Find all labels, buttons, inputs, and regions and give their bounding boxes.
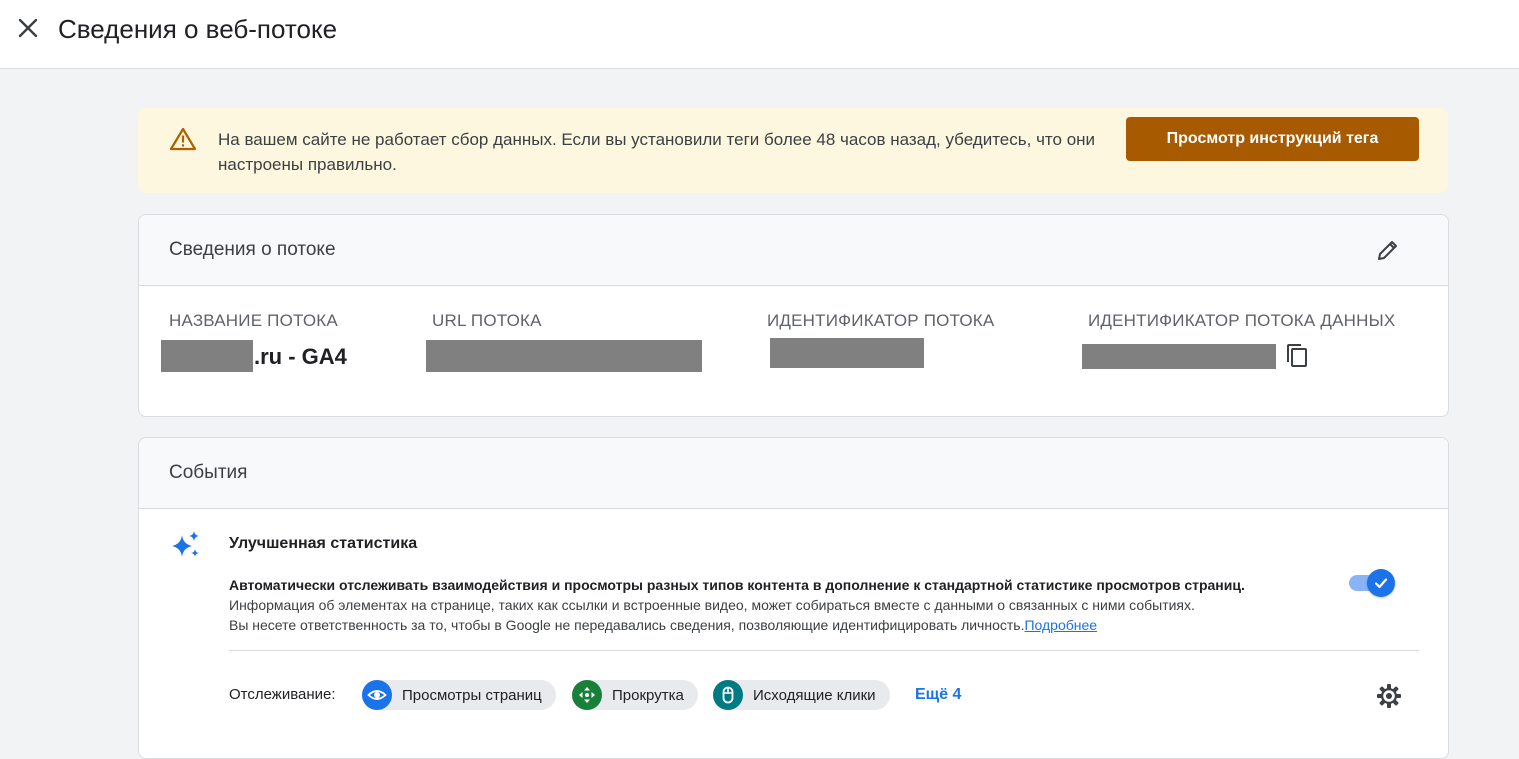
stream-name-label: НАЗВАНИЕ ПОТОКА	[169, 311, 338, 330]
enhanced-measurement-description: Автоматически отслеживать взаимодействия…	[229, 575, 1349, 635]
stream-details-card: Сведения о потоке НАЗВАНИЕ ПОТОКА .ru - …	[138, 214, 1449, 417]
stream-name-value: .ru - GA4	[254, 344, 347, 369]
events-title: События	[169, 462, 248, 483]
stream-details-body: НАЗВАНИЕ ПОТОКА .ru - GA4 URL ПОТОКА ИДЕ…	[139, 286, 1448, 416]
chip-outbound-clicks-label: Исходящие клики	[753, 686, 876, 704]
close-icon[interactable]	[14, 14, 42, 42]
top-bar: Сведения о веб-потоке	[0, 0, 1519, 69]
chip-scroll-label: Прокрутка	[612, 686, 684, 704]
view-tag-instructions-button[interactable]: Просмотр инструкций тега	[1126, 117, 1419, 161]
data-stream-id-label: ИДЕНТИФИКАТОР ПОТОКА ДАННЫХ	[1088, 311, 1396, 330]
events-body: Улучшенная статистика Автоматически отсл…	[139, 509, 1448, 758]
stream-details-title: Сведения о потоке	[169, 239, 336, 260]
divider	[229, 650, 1419, 651]
tracking-label: Отслеживание:	[229, 686, 336, 703]
stream-url-redacted	[426, 340, 702, 372]
events-card: События Улучшенная статистика Автоматиче…	[138, 437, 1449, 759]
scroll-arrows-icon	[572, 680, 602, 710]
edit-pencil-icon[interactable]	[1375, 237, 1401, 263]
alert-message: На вашем сайте не работает сбор данных. …	[218, 130, 1096, 174]
chip-page-views[interactable]: Просмотры страниц	[362, 680, 556, 710]
stream-details-header: Сведения о потоке	[139, 215, 1448, 286]
chip-outbound-clicks[interactable]: Исходящие клики	[713, 680, 890, 710]
eye-icon	[362, 680, 392, 710]
checkmark-icon	[1367, 569, 1395, 597]
copy-icon[interactable]	[1284, 342, 1310, 370]
enhanced-measurement-toggle[interactable]	[1347, 569, 1395, 597]
gear-icon[interactable]	[1375, 682, 1403, 710]
warning-icon	[169, 127, 197, 151]
mouse-icon	[713, 680, 743, 710]
events-header: События	[139, 438, 1448, 509]
page-title: Сведения о веб-потоке	[58, 14, 338, 44]
sparkle-icon	[169, 529, 201, 561]
stream-name-redacted	[161, 340, 253, 372]
enhanced-desc-line2: Информация об элементах на странице, так…	[229, 597, 1195, 613]
data-collection-alert: На вашем сайте не работает сбор данных. …	[138, 108, 1448, 193]
stream-id-redacted	[770, 338, 924, 368]
more-events-link[interactable]: Ещё 4	[915, 686, 961, 704]
chip-page-views-label: Просмотры страниц	[402, 686, 542, 704]
stream-id-label: ИДЕНТИФИКАТОР ПОТОКА	[767, 311, 995, 330]
data-stream-id-redacted	[1082, 344, 1276, 369]
chip-scroll[interactable]: Прокрутка	[572, 680, 698, 710]
enhanced-measurement-title: Улучшенная статистика	[229, 535, 418, 552]
enhanced-desc-line3-wrap: Вы несете ответственность за то, чтобы в…	[229, 615, 1349, 635]
learn-more-link[interactable]: Подробнее	[1024, 617, 1097, 633]
enhanced-desc-line3: Вы несете ответственность за то, чтобы в…	[229, 617, 1025, 633]
enhanced-desc-main: Автоматически отслеживать взаимодействия…	[229, 577, 1245, 593]
stream-url-label: URL ПОТОКА	[432, 311, 542, 330]
